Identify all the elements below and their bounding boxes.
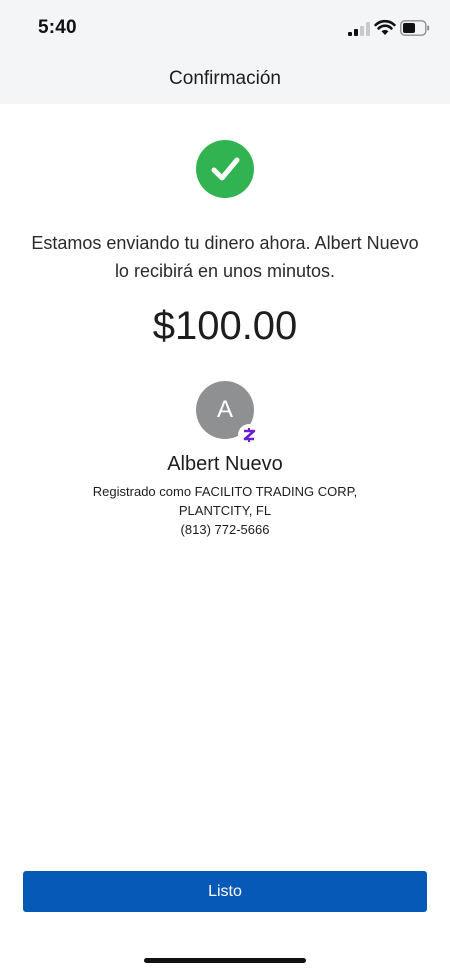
recipient-details: Registrado como FACILITO TRADING CORP, P… [70,482,380,539]
registered-location-line: PLANTCITY, FL [178,503,272,518]
registered-as-line: Registrado como FACILITO TRADING CORP, [92,484,358,499]
top-bar: 5:40 Confirmación [0,0,450,104]
home-indicator[interactable] [144,958,306,963]
confirmation-message: Estamos enviando tu dinero ahora. Albert… [31,233,419,281]
checkmark-icon [211,157,240,181]
page-title: Confirmación [169,68,281,89]
done-button[interactable]: Listo [23,871,427,912]
recipient-phone: (813) 772-5666 [180,522,270,537]
avatar-initial: A [216,396,233,423]
zelle-icon [238,424,260,446]
status-time: 5:40 [38,17,77,38]
cellular-signal-icon [348,22,370,36]
status-bar: 5:40 [0,0,450,58]
recipient-name: Albert Nuevo [167,453,283,475]
battery-icon [400,20,430,36]
checkmark-circle-icon [196,140,254,198]
wifi-icon [374,19,396,35]
transfer-amount: $100.00 [152,304,298,348]
